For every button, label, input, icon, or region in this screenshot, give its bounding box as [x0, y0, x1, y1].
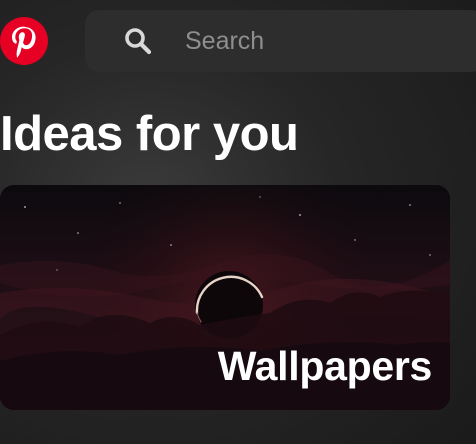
- page-title: Ideas for you: [0, 107, 299, 161]
- search-bar[interactable]: [85, 10, 476, 72]
- card-label: Wallpapers: [217, 343, 433, 389]
- pinterest-p-glyph: [12, 26, 36, 58]
- pinterest-logo-icon[interactable]: [0, 17, 48, 65]
- search-icon: [125, 28, 152, 55]
- search-input[interactable]: [185, 25, 465, 57]
- wallpapers-card[interactable]: Wallpapers: [0, 185, 450, 410]
